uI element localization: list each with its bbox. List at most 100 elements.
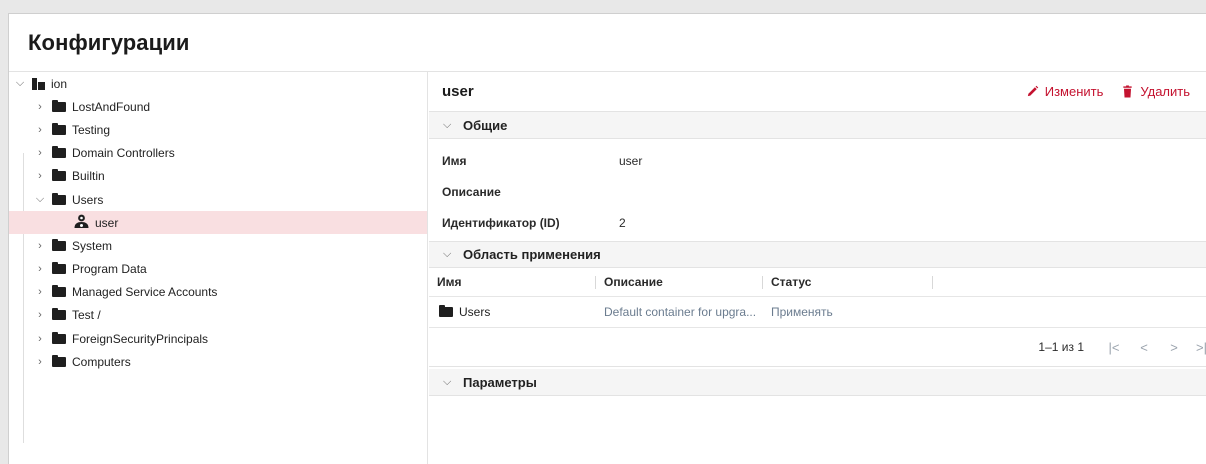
folder-icon [52, 122, 66, 135]
cell-name: Users [429, 297, 596, 327]
tree-panel: ⌵ ion › LostAndFound › Testing › Domain … [9, 72, 428, 464]
trash-icon [1123, 85, 1133, 98]
column-label: Описание [604, 275, 663, 289]
table-pager: 1–1 из 1 |< < > >| [429, 328, 1206, 367]
tree-item-builtin[interactable]: › Builtin [9, 165, 427, 188]
section-params-header[interactable]: ⌵ Параметры [429, 369, 1206, 396]
chevron-right-icon[interactable]: › [33, 333, 47, 345]
section-title: Параметры [463, 374, 537, 390]
tree-item-label: Domain Controllers [72, 146, 175, 161]
section-general-header[interactable]: ⌵ Общие [429, 112, 1206, 139]
tree-item-test[interactable]: › Test / [9, 304, 427, 327]
next-page-icon[interactable]: > [1166, 340, 1182, 355]
folder-icon [52, 354, 66, 367]
prop-name: Имя user [442, 145, 1206, 176]
delete-label: Удалить [1140, 84, 1190, 99]
table-row[interactable]: Users Default container for upgra... При… [429, 297, 1206, 328]
tree-item-label: Managed Service Accounts [72, 285, 218, 300]
cell-text: Users [459, 305, 491, 319]
edit-label: Изменить [1044, 84, 1104, 99]
prev-page-icon[interactable]: < [1136, 340, 1152, 355]
prop-key: Имя [442, 153, 467, 168]
folder-icon [52, 169, 66, 182]
folder-icon [439, 305, 453, 317]
cell-text: Применять [771, 305, 833, 319]
tree-root-ion[interactable]: ⌵ ion [9, 72, 427, 95]
chevron-right-icon[interactable]: › [33, 263, 47, 275]
chevron-down-icon[interactable]: ⌵ [33, 193, 47, 206]
folder-icon [52, 99, 66, 112]
folder-icon [52, 192, 66, 205]
chevron-right-icon[interactable]: › [33, 356, 47, 368]
prop-value: 2 [619, 215, 626, 230]
cell-status: Применять [763, 297, 933, 327]
scope-table-header: Имя Описание Статус [429, 268, 1206, 297]
tree-item-testing[interactable]: › Testing [9, 118, 427, 141]
tree-item-label: Users [72, 192, 104, 207]
user-gear-icon [73, 214, 90, 232]
tree-item-system[interactable]: › System [9, 234, 427, 257]
tree-item-label: Test / [72, 308, 101, 323]
folder-icon [52, 238, 66, 251]
chevron-right-icon[interactable]: › [33, 309, 47, 321]
folder-icon [52, 285, 66, 298]
prop-key: Описание [442, 184, 501, 199]
tree-item-label: Testing [72, 122, 111, 137]
column-header-name[interactable]: Имя [429, 268, 596, 296]
section-scope-header[interactable]: ⌵ Область применения [429, 241, 1206, 268]
delete-button[interactable]: Удалить [1121, 84, 1190, 99]
first-page-icon[interactable]: |< [1106, 340, 1122, 355]
column-label: Имя [437, 275, 462, 289]
tree-item-computers[interactable]: › Computers [9, 350, 427, 373]
folder-icon [52, 331, 66, 344]
section-title: Общие [463, 117, 508, 133]
chevron-down-icon: ⌵ [443, 248, 452, 260]
page-header: Конфигурации [9, 14, 1206, 72]
chevron-right-icon[interactable]: › [33, 170, 47, 182]
tree-item-users[interactable]: ⌵ Users [9, 188, 427, 211]
tree-item-foreign-security-principals[interactable]: › ForeignSecurityPrincipals [9, 327, 427, 350]
tree-item-lostandfound[interactable]: › LostAndFound [9, 95, 427, 118]
column-header-status[interactable]: Статус [763, 268, 933, 296]
column-label: Статус [771, 275, 812, 289]
chevron-down-icon: ⌵ [443, 118, 452, 131]
configurations-window: Конфигурации ⌵ ion › LostAndFound › Test… [8, 13, 1206, 464]
pencil-icon [1027, 85, 1038, 97]
tree-item-managed-service-accounts[interactable]: › Managed Service Accounts [9, 281, 427, 304]
tree-item-user[interactable]: user [9, 211, 427, 235]
chevron-right-icon[interactable]: › [33, 147, 47, 159]
chevron-right-icon[interactable]: › [33, 240, 47, 252]
tree-item-label: Computers [72, 354, 131, 369]
tree-item-program-data[interactable]: › Program Data [9, 258, 427, 281]
detail-header: user Изменить Удалить [429, 72, 1206, 112]
detail-title: user [442, 83, 474, 100]
folder-icon [52, 262, 66, 275]
folder-icon [52, 146, 66, 159]
general-properties: Имя user Описание Идентификатор (ID) 2 [429, 139, 1206, 238]
chevron-down-icon: ⌵ [443, 375, 452, 388]
chevron-right-icon[interactable]: › [33, 286, 47, 298]
prop-value: user [619, 153, 643, 168]
pager-range: 1–1 из 1 [1038, 340, 1084, 354]
tree-item-label: Builtin [72, 169, 105, 184]
tree-item-label: user [95, 215, 119, 230]
chevron-right-icon[interactable]: › [33, 124, 47, 136]
column-separator[interactable] [932, 276, 933, 289]
tree-item-domain-controllers[interactable]: › Domain Controllers [9, 142, 427, 165]
section-title: Область применения [463, 247, 601, 262]
folder-icon [52, 308, 66, 321]
last-page-icon[interactable]: >| [1196, 340, 1206, 355]
detail-panel: user Изменить Удалить ⌵ Общие Имя user О… [429, 72, 1206, 464]
column-header-description[interactable]: Описание [596, 268, 763, 296]
edit-button[interactable]: Изменить [1026, 84, 1104, 99]
tree-item-label: ion [51, 76, 68, 91]
prop-key: Идентификатор (ID) [442, 215, 560, 230]
tree-item-label: ForeignSecurityPrincipals [72, 331, 209, 346]
tree-item-label: LostAndFound [72, 99, 151, 114]
detail-actions: Изменить Удалить [1026, 84, 1190, 99]
tree-item-label: Program Data [72, 262, 147, 277]
cell-description: Default container for upgra... [596, 297, 763, 327]
cell-text: Default container for upgra... [604, 305, 757, 319]
chevron-right-icon[interactable]: › [33, 101, 47, 113]
chevron-down-icon[interactable]: ⌵ [13, 77, 27, 90]
